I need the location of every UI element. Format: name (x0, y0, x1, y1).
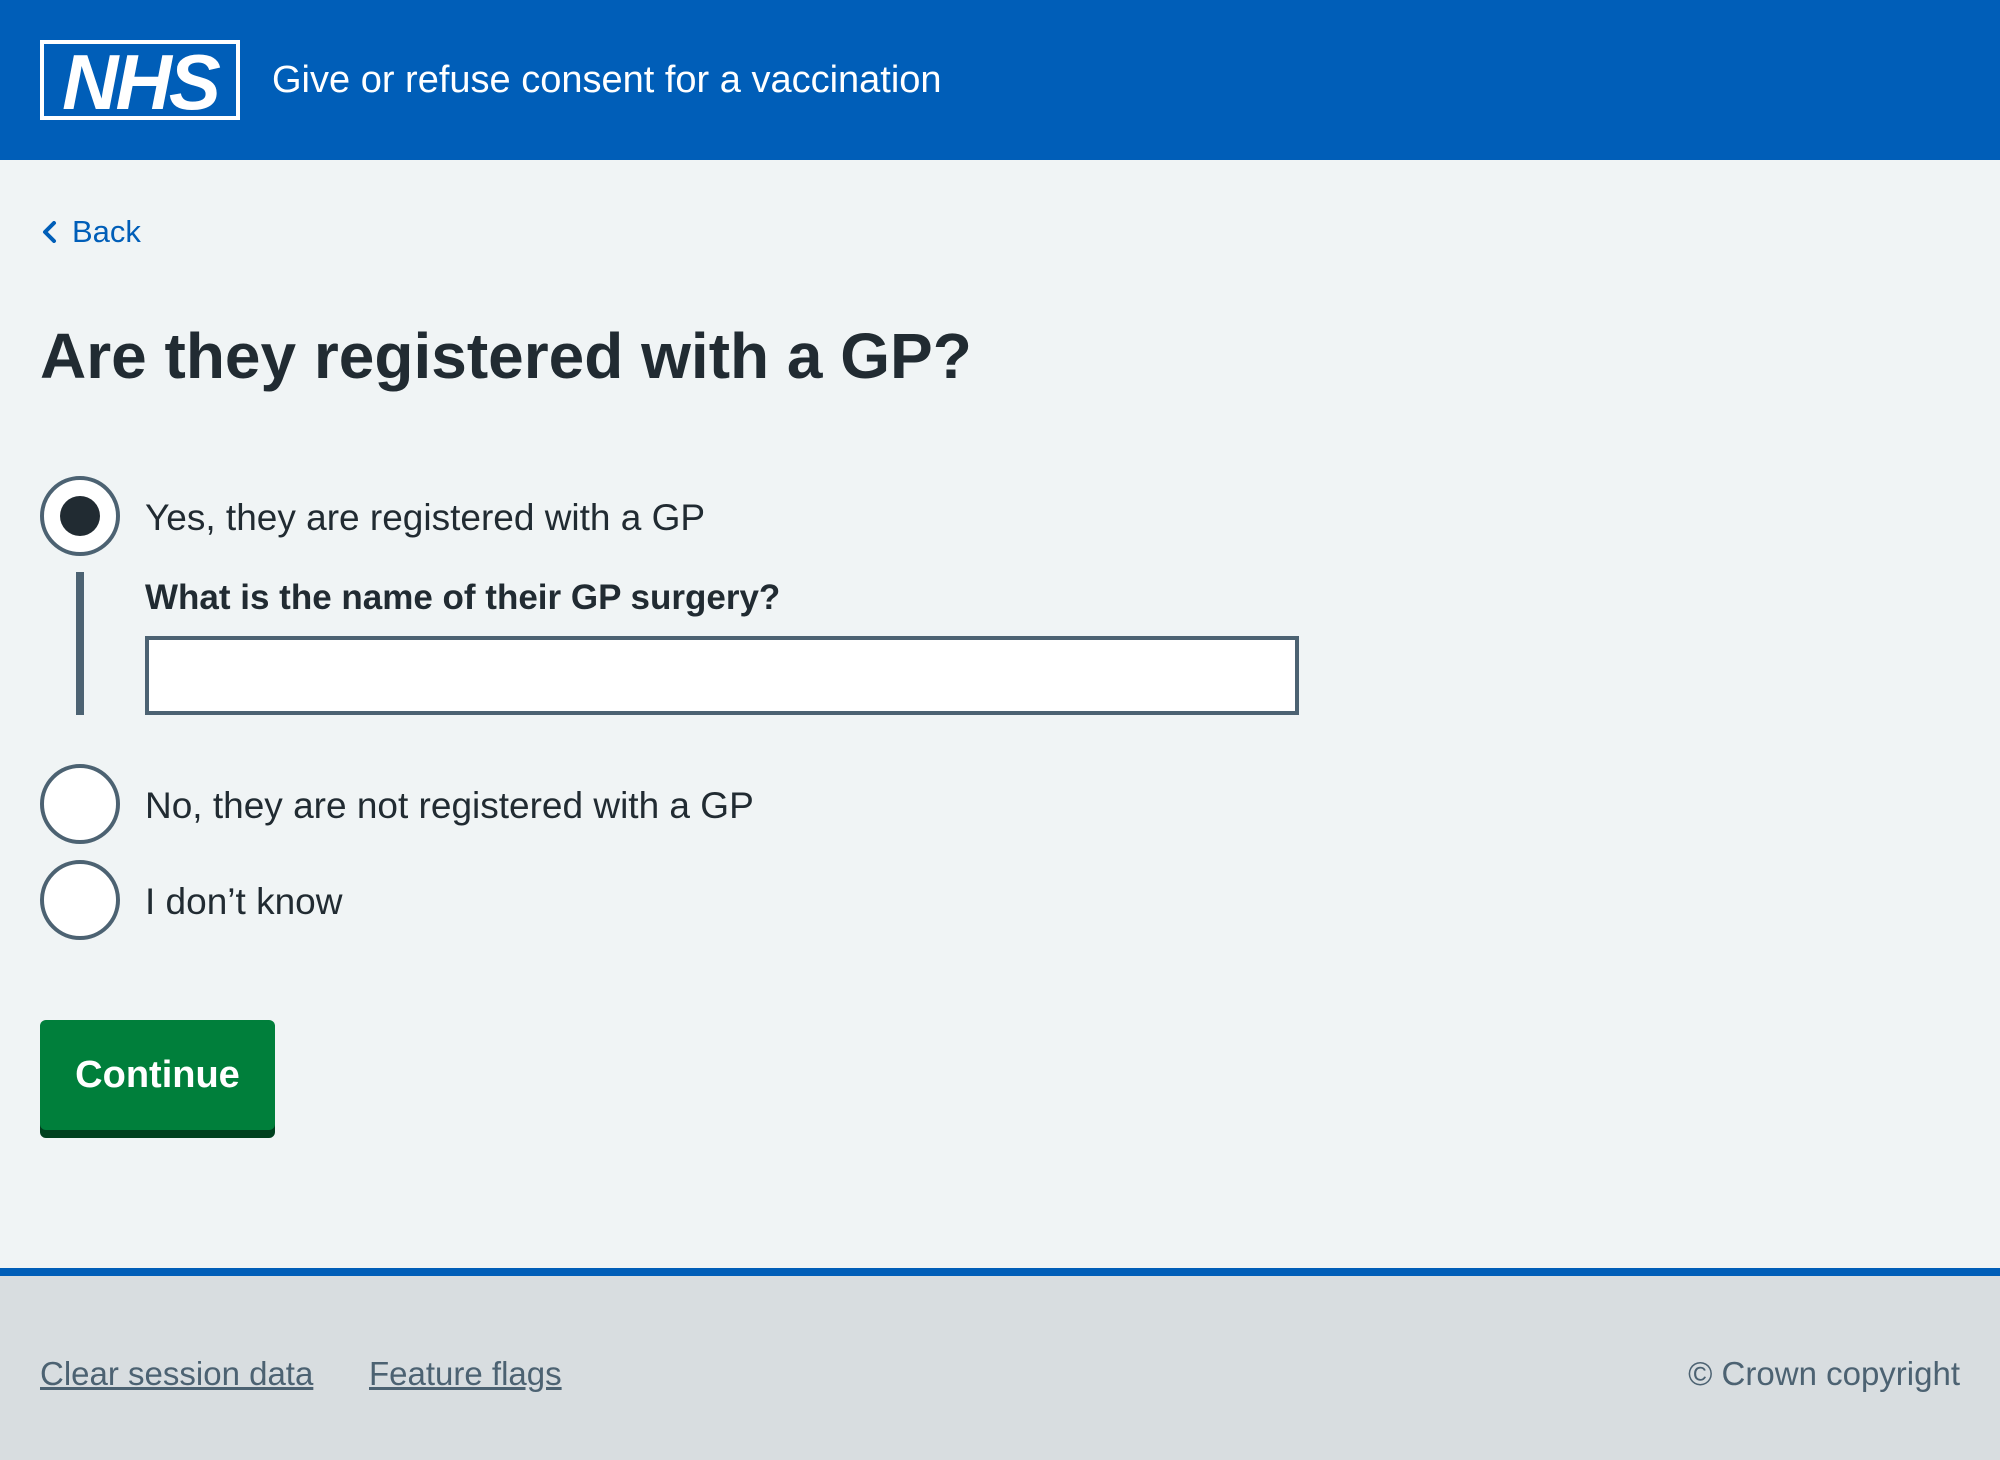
footer-link-clear-session[interactable]: Clear session data (40, 1350, 313, 1398)
radio-dont-know[interactable] (40, 860, 120, 940)
radio-no-label[interactable]: No, they are not registered with a GP (145, 782, 754, 830)
chevron-left-icon (43, 221, 56, 243)
radio-selected-dot (60, 496, 100, 536)
radio-no[interactable] (40, 764, 120, 844)
copyright-text: © Crown copyright (1688, 1355, 1960, 1392)
site-footer: Clear session data Feature flags © Crown… (0, 1268, 2000, 1460)
back-link[interactable]: Back (40, 210, 141, 254)
page-title: Are they registered with a GP? (40, 320, 972, 392)
gp-surgery-label: What is the name of their GP surgery? (145, 578, 781, 617)
back-link-label: Back (72, 214, 141, 249)
radio-yes[interactable] (40, 476, 120, 556)
service-name[interactable]: Give or refuse consent for a vaccination (272, 52, 942, 108)
nhs-logo-text: NHS (62, 40, 221, 120)
conditional-reveal-bar (76, 572, 84, 715)
nhs-logo-mark: NHS (44, 40, 236, 120)
gp-surgery-input[interactable] (145, 636, 1299, 715)
footer-link-feature-flags[interactable]: Feature flags (369, 1350, 562, 1398)
nhs-logo[interactable]: NHS (40, 40, 240, 120)
radio-dont-know-label[interactable]: I don’t know (145, 878, 342, 926)
radio-yes-label[interactable]: Yes, they are registered with a GP (145, 494, 705, 542)
site-header: NHS Give or refuse consent for a vaccina… (0, 0, 2000, 160)
continue-button[interactable]: Continue (40, 1020, 275, 1130)
